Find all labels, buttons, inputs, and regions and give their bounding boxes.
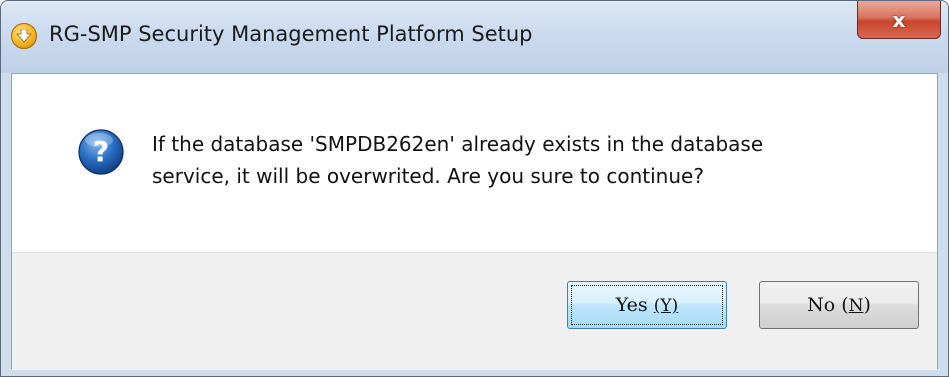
svg-text:?: ? [93,135,109,168]
no-button-hotkey-open: ( [841,294,849,316]
dialog-client-area: ? If the database 'SMPDB262en' already e… [11,73,938,370]
close-button[interactable]: x [857,1,941,39]
yes-button[interactable]: Yes (Y) [567,281,727,329]
message-text: If the database 'SMPDB262en' already exi… [152,128,912,192]
message-area: ? If the database 'SMPDB262en' already e… [12,74,937,252]
yes-button-label: Yes [615,294,648,316]
window-title: RG-SMP Security Management Platform Setu… [49,22,533,46]
dialog-window: RG-SMP Security Management Platform Setu… [0,0,949,377]
message-line-2: service, it will be overwrited. Are you … [152,164,704,188]
setup-installer-icon [11,23,37,49]
message-line-1: If the database 'SMPDB262en' already exi… [152,132,764,156]
no-button-hotkey-close: ) [863,294,871,316]
yes-button-hotkey: (Y) [653,296,679,316]
question-icon: ? [78,129,124,175]
down-arrow-icon [16,29,32,43]
no-button-hotkey: N [848,296,864,316]
title-bar[interactable]: RG-SMP Security Management Platform Setu… [1,1,948,73]
no-button[interactable]: No (N) [759,281,919,329]
no-button-label: No [807,294,836,316]
button-bar: Yes (Y) No (N) [12,252,937,370]
close-icon: x [892,7,906,32]
